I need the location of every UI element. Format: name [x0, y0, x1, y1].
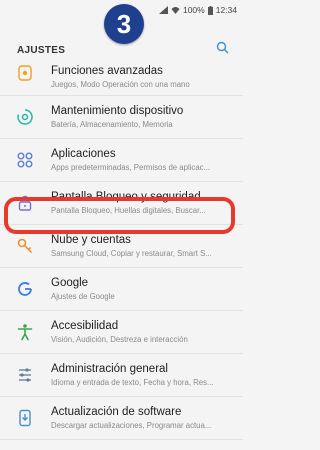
battery-percent: 100%: [182, 5, 205, 15]
page-title: AJUSTES: [17, 44, 66, 56]
item-title: Actualización de software: [51, 406, 182, 418]
settings-item-accessibility[interactable]: Accesibilidad Visión, Audición, Destreza…: [0, 311, 243, 354]
item-subtitle: Ajustes de Google: [51, 292, 115, 301]
settings-item-applications[interactable]: Aplicaciones Apps predeterminadas, Permi…: [0, 139, 243, 182]
settings-item-cloud-accounts[interactable]: Nube y cuentas Samsung Cloud, Copiar y r…: [0, 225, 243, 268]
item-subtitle: Idioma y entrada de texto, Fecha y hora,…: [51, 378, 214, 387]
item-title: Accesibilidad: [51, 320, 119, 332]
device-maintenance-icon: [15, 107, 35, 127]
item-title: Mantenimiento dispositivo: [51, 105, 184, 117]
item-subtitle: Juegos, Modo Operación con una mano: [51, 80, 190, 89]
item-subtitle: Batería, Almacenamiento, Memoria: [51, 120, 173, 129]
clock: 12:34: [215, 5, 237, 15]
item-title: Nube y cuentas: [51, 234, 131, 246]
settings-item-software-update[interactable]: Actualización de software Descargar actu…: [0, 397, 243, 440]
settings-item-general-management[interactable]: Administración general Idioma y entrada …: [0, 354, 243, 397]
item-subtitle: Samsung Cloud, Copiar y restaurar, Smart…: [51, 249, 212, 258]
settings-header: AJUSTES: [0, 38, 243, 62]
settings-item-advanced-features[interactable]: Funciones avanzadas Juegos, Modo Operaci…: [0, 62, 243, 96]
item-subtitle: Pantalla Bloqueo, Huellas digitales, Bus…: [51, 206, 206, 215]
accessibility-icon: [15, 322, 35, 342]
lock-icon: [15, 193, 35, 213]
item-subtitle: Descargar actualizaciones, Programar act…: [51, 421, 212, 430]
signal-icon: [158, 6, 168, 14]
settings-item-google[interactable]: Google Ajustes de Google: [0, 268, 243, 311]
advanced-features-icon: [15, 64, 35, 84]
item-title: Administración general: [51, 363, 168, 375]
item-title: Pantalla Bloqueo y seguridad: [51, 191, 201, 203]
wifi-icon: [171, 6, 180, 14]
settings-list: Funciones avanzadas Juegos, Modo Operaci…: [0, 62, 243, 440]
search-icon[interactable]: [216, 41, 229, 59]
settings-item-device-maintenance[interactable]: Mantenimiento dispositivo Batería, Almac…: [0, 96, 243, 139]
item-title: Funciones avanzadas: [51, 65, 163, 77]
item-title: Google: [51, 277, 89, 289]
item-subtitle: Visión, Audición, Destreza e interacción: [51, 335, 188, 344]
item-subtitle: Apps predeterminadas, Permisos de aplica…: [51, 163, 211, 172]
general-management-icon: [15, 365, 35, 385]
software-update-icon: [15, 408, 35, 428]
key-icon: [15, 236, 35, 256]
battery-icon: [207, 5, 213, 15]
google-icon: [15, 279, 35, 299]
apps-icon: [15, 150, 35, 170]
settings-item-lock-screen-security[interactable]: Pantalla Bloqueo y seguridad Pantalla Bl…: [0, 182, 243, 225]
item-title: Aplicaciones: [51, 148, 116, 160]
